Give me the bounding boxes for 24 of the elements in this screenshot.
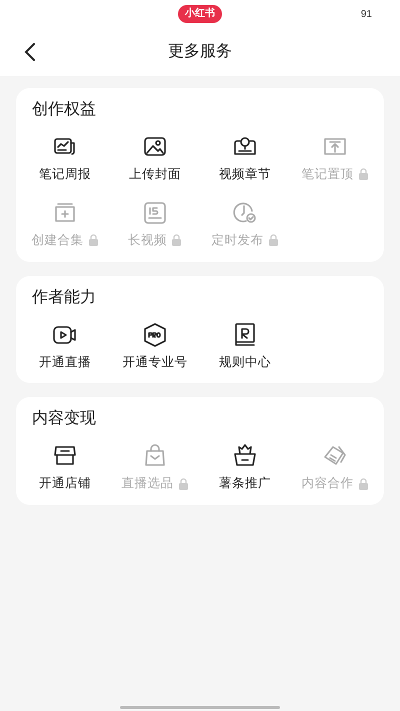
lock-icon xyxy=(178,478,188,490)
service-item[interactable]: 开通店铺 xyxy=(20,441,110,495)
service-item[interactable]: 薯条推广 xyxy=(200,441,290,495)
page-title: 更多服务 xyxy=(168,42,232,62)
service-item[interactable]: 规则中心 xyxy=(200,320,290,374)
service-item[interactable]: 笔记周报 xyxy=(20,132,110,186)
lock-icon xyxy=(268,234,278,246)
service-item[interactable]: 上传封面 xyxy=(110,132,200,186)
battery-level: 91 xyxy=(360,8,372,22)
fifteen-minutes-icon xyxy=(142,200,168,226)
lock-icon xyxy=(358,478,368,490)
service-item[interactable]: 视频章节 xyxy=(200,132,290,186)
lock-icon xyxy=(88,234,98,246)
back-icon xyxy=(24,43,36,61)
section-title: 内容变现 xyxy=(31,408,97,430)
service-item[interactable]: 开通专业号 xyxy=(110,320,200,374)
app-badge: 小红书 xyxy=(178,5,222,23)
section-title: 创作权益 xyxy=(31,100,97,120)
service-item[interactable]: 开通直播 xyxy=(20,320,110,374)
pro-badge-icon xyxy=(142,322,168,348)
lock-icon xyxy=(171,234,182,246)
lock-icon xyxy=(358,168,368,180)
rulebook-icon xyxy=(232,322,258,348)
section-title: 作者能力 xyxy=(31,288,97,308)
